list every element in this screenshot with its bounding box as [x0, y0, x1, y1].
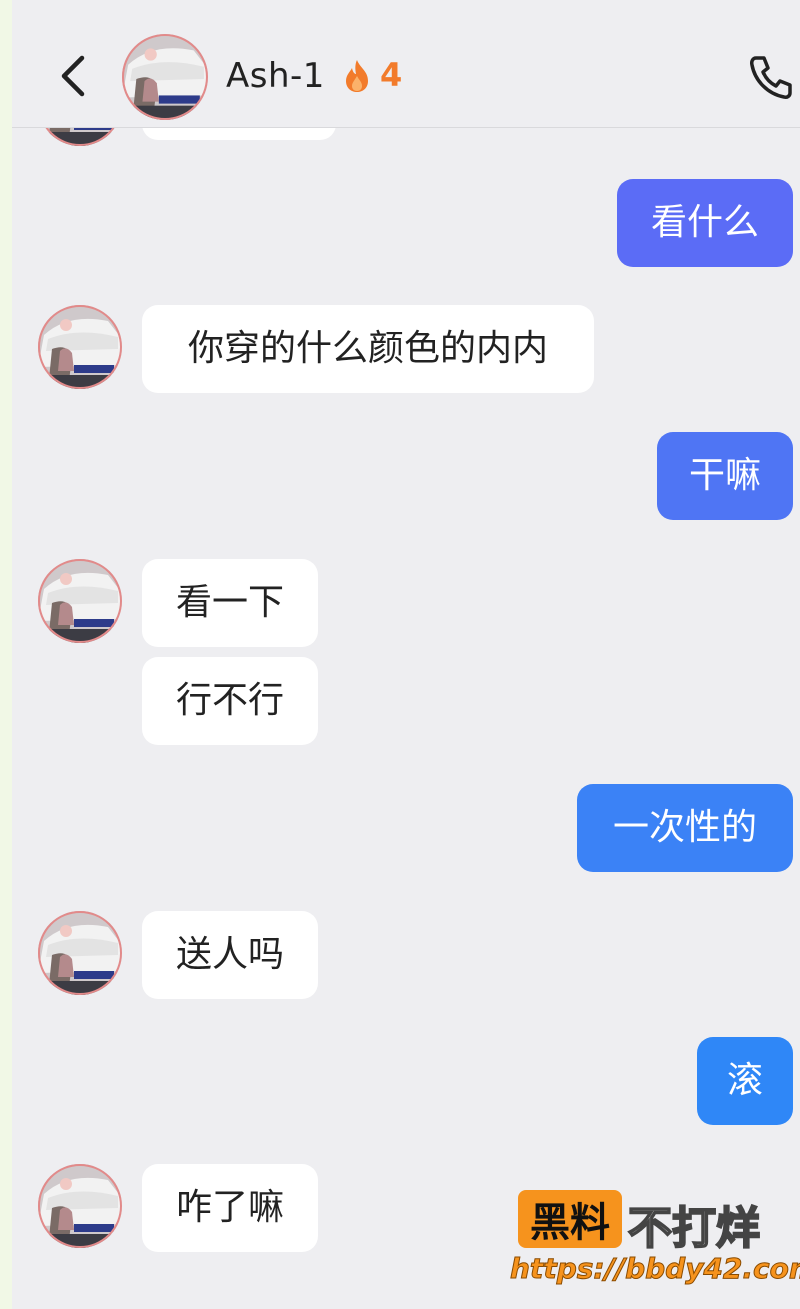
incoming-message-bubble[interactable]: 看一下: [142, 559, 318, 647]
incoming-message-bubble[interactable]: [142, 128, 336, 140]
phone-icon[interactable]: [746, 52, 796, 102]
outgoing-message-bubble[interactable]: 滚: [697, 1037, 793, 1125]
message-list[interactable]: 看什么 你穿的什么颜色的内内 干嘛 看一下 行不行 一次性的 送人吗 滚 咋了嘛: [12, 128, 800, 1309]
sender-avatar[interactable]: [38, 1164, 122, 1248]
sender-avatar[interactable]: [38, 559, 122, 643]
watermark-url: https://bbdy42.com: [509, 1252, 800, 1286]
left-edge-strip: [0, 0, 12, 1309]
chat-header: Ash-1 4: [12, 0, 800, 128]
contact-name[interactable]: Ash-1: [226, 56, 325, 96]
incoming-message-bubble[interactable]: 咋了嘛: [142, 1164, 318, 1252]
sender-avatar[interactable]: [38, 305, 122, 389]
incoming-message-bubble[interactable]: 行不行: [142, 657, 318, 745]
sender-avatar[interactable]: [38, 911, 122, 995]
incoming-message-bubble[interactable]: 送人吗: [142, 911, 318, 999]
watermark-slogan: 不打烊: [627, 1202, 761, 1255]
incoming-message-bubble[interactable]: 你穿的什么颜色的内内: [142, 305, 594, 393]
chevron-left-icon[interactable]: [52, 52, 96, 100]
outgoing-message-bubble[interactable]: 一次性的: [577, 784, 793, 872]
outgoing-message-bubble[interactable]: 干嘛: [657, 432, 793, 520]
streak-count: 4: [380, 56, 403, 94]
contact-avatar[interactable]: [122, 34, 208, 120]
fire-icon: [346, 60, 368, 92]
sender-avatar[interactable]: [38, 128, 122, 146]
outgoing-message-bubble[interactable]: 看什么: [617, 179, 793, 267]
watermark-brand: 黑料: [518, 1190, 622, 1248]
